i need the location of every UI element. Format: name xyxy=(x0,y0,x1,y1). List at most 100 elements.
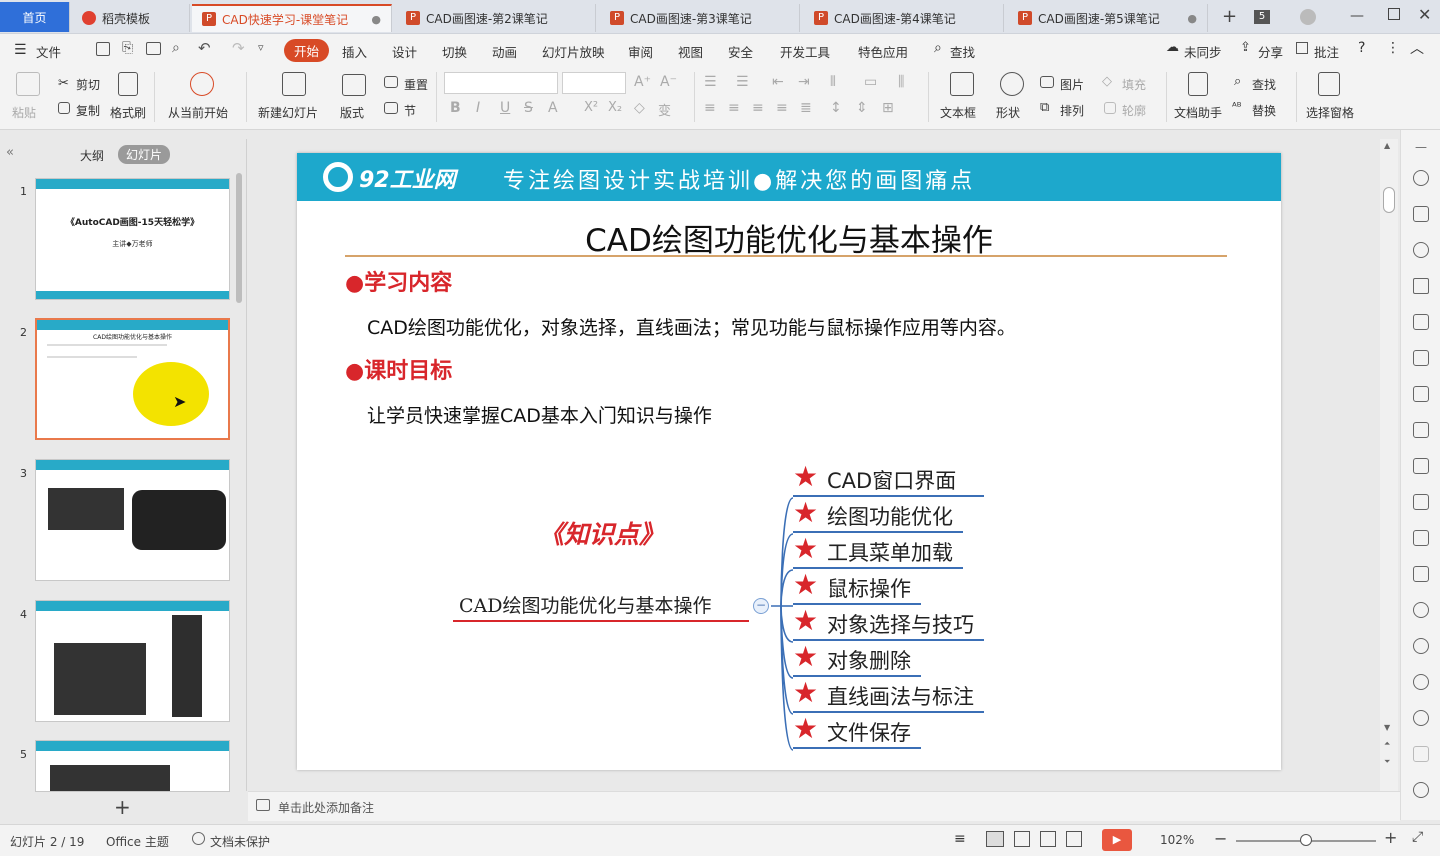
help-icon[interactable] xyxy=(1413,710,1429,726)
align-center-icon[interactable]: ≡ xyxy=(728,100,740,116)
align-right-icon[interactable]: ≡ xyxy=(752,100,764,116)
slide-thumbnail-1[interactable]: 《AutoCAD画图-15天轻松学》 主讲◆万老师 xyxy=(35,178,230,300)
presenter-icon[interactable] xyxy=(1066,831,1082,847)
grow-font-icon[interactable]: A⁺ xyxy=(634,74,651,90)
chart-icon[interactable] xyxy=(1413,386,1429,402)
font-family-select[interactable] xyxy=(444,72,558,94)
menu-transition[interactable]: 切换 xyxy=(442,42,467,61)
grid-icon[interactable] xyxy=(1413,350,1429,366)
slide-thumbnail-3[interactable] xyxy=(35,459,230,581)
mindmap-root[interactable]: CAD绘图功能优化与基本操作 xyxy=(459,591,712,618)
panel-scrollbar[interactable] xyxy=(236,173,242,303)
columns-icon[interactable]: ⫼ xyxy=(898,74,904,90)
cut-button[interactable]: 剪切 xyxy=(76,76,100,93)
italic-icon[interactable]: I xyxy=(476,100,480,116)
minimize-icon[interactable]: — xyxy=(1350,8,1364,24)
scroll-up-icon[interactable]: ▲ xyxy=(1384,141,1390,150)
menu-home[interactable]: 开始 xyxy=(284,39,330,62)
scroll-down-icon[interactable]: ▼ xyxy=(1384,723,1390,732)
shield-icon[interactable] xyxy=(1413,638,1429,654)
sync-status[interactable]: 未同步 xyxy=(1184,42,1222,61)
menu-features[interactable]: 特色应用 xyxy=(858,42,908,61)
slide-thumbnail-4[interactable] xyxy=(35,600,230,722)
notes-pane[interactable]: 单击此处添加备注 xyxy=(248,791,1400,821)
fit-window-icon[interactable]: ⤢ xyxy=(1412,829,1423,845)
picture-button[interactable]: 图片 xyxy=(1060,76,1084,93)
mindmap-node[interactable]: 对象选择与技巧 xyxy=(827,609,974,639)
line-spacing-icon[interactable]: ↕ xyxy=(830,100,842,116)
underline-icon[interactable]: U xyxy=(500,100,510,116)
share-button[interactable]: 分享 xyxy=(1258,42,1283,61)
text-direction-icon[interactable]: ⫴ xyxy=(830,74,836,90)
align-text-icon[interactable]: ▭ xyxy=(864,74,877,90)
unsaved-dot-icon[interactable]: ● xyxy=(1187,12,1197,25)
select-pane-button[interactable]: 选择窗格 xyxy=(1306,104,1354,121)
new-slide-button[interactable]: 新建幻灯片 xyxy=(258,104,318,121)
add-slide-icon[interactable]: + xyxy=(114,795,131,819)
export-icon[interactable] xyxy=(1413,494,1429,510)
comment-button[interactable]: 批注 xyxy=(1314,42,1339,61)
more-icon[interactable]: ⋮ xyxy=(1386,40,1400,56)
avatar[interactable] xyxy=(1300,9,1316,25)
play-from-current-button[interactable]: 从当前开始 xyxy=(168,104,228,121)
settings-icon[interactable] xyxy=(1413,422,1429,438)
zoom-in-icon[interactable]: + xyxy=(1384,828,1397,847)
shapes-icon[interactable] xyxy=(1413,242,1429,258)
justify-icon[interactable]: ≡ xyxy=(776,100,788,116)
slideshow-play-button[interactable]: ▶ xyxy=(1102,829,1132,851)
menu-developer[interactable]: 开发工具 xyxy=(780,42,830,61)
doc-helper-button[interactable]: 文档助手 xyxy=(1174,104,1222,121)
outline-button[interactable]: 轮廓 xyxy=(1122,102,1146,119)
search-icon[interactable]: ⌕ xyxy=(934,40,942,56)
prev-slide-icon[interactable]: ⏶ xyxy=(1384,739,1390,749)
menu-search[interactable]: 查找 xyxy=(950,42,975,61)
zoom-level[interactable]: 102% xyxy=(1160,833,1194,847)
notes-placeholder[interactable]: 单击此处添加备注 xyxy=(278,799,374,816)
help-icon[interactable]: ? xyxy=(1358,40,1365,56)
fill-button[interactable]: 填充 xyxy=(1122,76,1146,93)
distribute-icon[interactable]: ≣ xyxy=(800,100,812,116)
paste-button[interactable]: 粘贴 xyxy=(12,104,36,121)
mindmap-node[interactable]: 对象删除 xyxy=(827,645,911,675)
cube-icon[interactable] xyxy=(1413,746,1429,762)
mindmap-node[interactable]: CAD窗口界面 xyxy=(827,465,956,495)
tab-slides[interactable]: 幻灯片 xyxy=(118,145,171,164)
save-icon[interactable] xyxy=(96,42,110,56)
undo-icon[interactable]: ↶ xyxy=(198,39,211,57)
font-size-select[interactable] xyxy=(562,72,626,94)
next-slide-icon[interactable]: ⏷ xyxy=(1384,757,1390,767)
customize-icon[interactable]: ▿ xyxy=(258,41,264,54)
close-icon[interactable]: ✕ xyxy=(1418,5,1431,24)
bullets-icon[interactable]: ☰ xyxy=(704,74,717,90)
font-color-icon[interactable]: A xyxy=(548,100,558,116)
zoom-slider-thumb[interactable] xyxy=(1300,834,1312,846)
new-tab-icon[interactable]: + xyxy=(1222,6,1237,27)
collapse-panel-icon[interactable]: « xyxy=(6,145,14,160)
tab-count-badge[interactable]: 5 xyxy=(1254,10,1270,24)
audio-icon[interactable] xyxy=(1413,602,1429,618)
reading-view-icon[interactable] xyxy=(1040,831,1056,847)
design-icon[interactable] xyxy=(1413,278,1429,294)
notes-toggle-icon[interactable]: ≡ xyxy=(954,831,966,847)
collapse-sidebar-icon[interactable]: — xyxy=(1415,140,1427,154)
collapse-ribbon-icon[interactable]: ︿ xyxy=(1410,38,1424,58)
mindmap-node[interactable]: 工具菜单加载 xyxy=(827,537,953,567)
history-icon[interactable] xyxy=(1413,674,1429,690)
star-icon[interactable] xyxy=(1413,170,1429,186)
template-icon[interactable] xyxy=(1413,206,1429,222)
paste-icon[interactable] xyxy=(16,72,40,96)
paragraph-spacing-icon[interactable]: ⇕ xyxy=(856,100,868,116)
align-left-icon[interactable]: ≡ xyxy=(704,100,716,116)
phonetic-icon[interactable]: 变 xyxy=(658,100,671,119)
slide[interactable]: 92工业网 专注绘图设计实战培训●解决您的画图痛点 CAD绘图功能优化与基本操作… xyxy=(297,153,1281,770)
scroll-thumb[interactable] xyxy=(1383,187,1395,213)
bold-icon[interactable]: B xyxy=(450,100,461,116)
increase-indent-icon[interactable]: ⇥ xyxy=(798,74,810,90)
strikethrough-icon[interactable]: S xyxy=(524,100,533,116)
sorter-view-icon[interactable] xyxy=(1014,831,1030,847)
slide-thumbnail-5[interactable] xyxy=(35,740,230,792)
menu-design[interactable]: 设计 xyxy=(392,42,417,61)
menu-animation[interactable]: 动画 xyxy=(492,42,517,61)
tab-home[interactable]: 首页 xyxy=(0,2,70,32)
tab-cad-notes[interactable]: P CAD快速学习-课堂笔记 ● xyxy=(192,4,392,32)
